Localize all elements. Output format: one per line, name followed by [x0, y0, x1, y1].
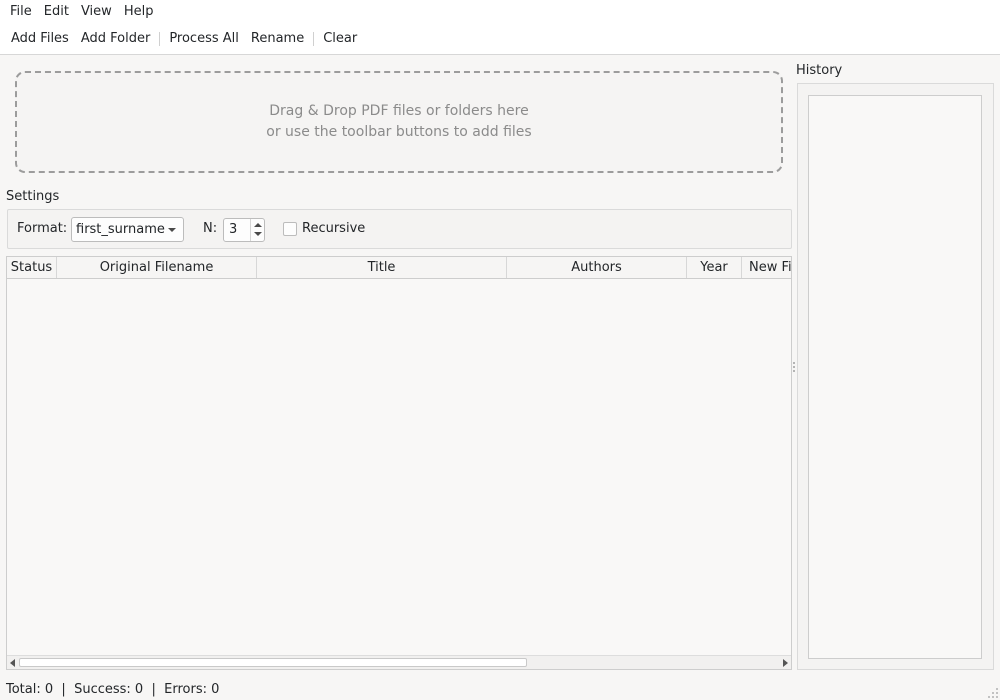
status-total: Total: 0: [6, 682, 54, 697]
scroll-left-icon[interactable]: [10, 659, 15, 667]
column-header-status[interactable]: Status: [7, 257, 57, 278]
spin-down-icon[interactable]: [254, 232, 262, 236]
scroll-right-icon[interactable]: [783, 659, 788, 667]
settings-title: Settings: [6, 189, 60, 204]
menu-bar: File Edit View Help: [0, 0, 1000, 23]
main-window: File Edit View Help Add Files Add Folder…: [0, 0, 1000, 700]
recursive-checkbox[interactable]: [283, 222, 297, 236]
menu-view[interactable]: View: [75, 0, 118, 23]
status-separator: |: [151, 682, 156, 697]
drop-zone-line-2: or use the toolbar buttons to add files: [266, 124, 532, 140]
table-header: Status Original Filename Title Authors Y…: [7, 257, 791, 279]
horizontal-scrollbar[interactable]: [7, 655, 791, 669]
process-all-button[interactable]: Process All: [163, 24, 245, 54]
rename-button[interactable]: Rename: [245, 24, 310, 54]
status-success: Success: 0: [74, 682, 144, 697]
history-title: History: [796, 63, 843, 78]
spin-up-icon[interactable]: [254, 223, 262, 227]
status-bar: Total: 0 | Success: 0 | Errors: 0: [6, 680, 219, 700]
menu-help[interactable]: Help: [118, 0, 160, 23]
column-header-authors[interactable]: Authors: [507, 257, 687, 278]
column-header-original-filename[interactable]: Original Filename: [57, 257, 257, 278]
n-spinbox-value: 3: [229, 222, 238, 237]
files-table[interactable]: Status Original Filename Title Authors Y…: [6, 256, 792, 670]
drop-zone[interactable]: Drag & Drop PDF files or folders here or…: [15, 71, 783, 173]
format-dropdown-value: first_surname: [76, 222, 165, 237]
column-header-year[interactable]: Year: [687, 257, 742, 278]
toolbar-separator: [313, 31, 315, 46]
n-label: N:: [203, 221, 218, 236]
resize-grip-icon[interactable]: [988, 688, 998, 698]
chevron-down-icon: [168, 228, 176, 232]
scrollbar-thumb[interactable]: [19, 658, 527, 667]
n-spinbox[interactable]: 3: [223, 218, 265, 242]
format-label: Format:: [17, 221, 68, 236]
drop-zone-line-1: Drag & Drop PDF files or folders here: [269, 103, 529, 119]
history-list[interactable]: [808, 95, 982, 659]
column-header-new-filename[interactable]: New Fi: [742, 257, 791, 278]
menu-file[interactable]: File: [4, 0, 38, 23]
add-folder-button[interactable]: Add Folder: [75, 24, 156, 54]
format-dropdown[interactable]: first_surname: [71, 217, 184, 242]
clear-button[interactable]: Clear: [317, 24, 363, 54]
menu-edit[interactable]: Edit: [38, 0, 75, 23]
toolbar: Add Files Add Folder Process All Rename …: [0, 23, 1000, 55]
recursive-label[interactable]: Recursive: [302, 221, 365, 236]
status-separator: |: [61, 682, 66, 697]
toolbar-separator: [159, 31, 161, 46]
add-files-button[interactable]: Add Files: [5, 24, 75, 54]
status-errors: Errors: 0: [164, 682, 220, 697]
splitter-handle[interactable]: [793, 362, 796, 376]
column-header-title[interactable]: Title: [257, 257, 507, 278]
spin-buttons: [250, 219, 264, 241]
